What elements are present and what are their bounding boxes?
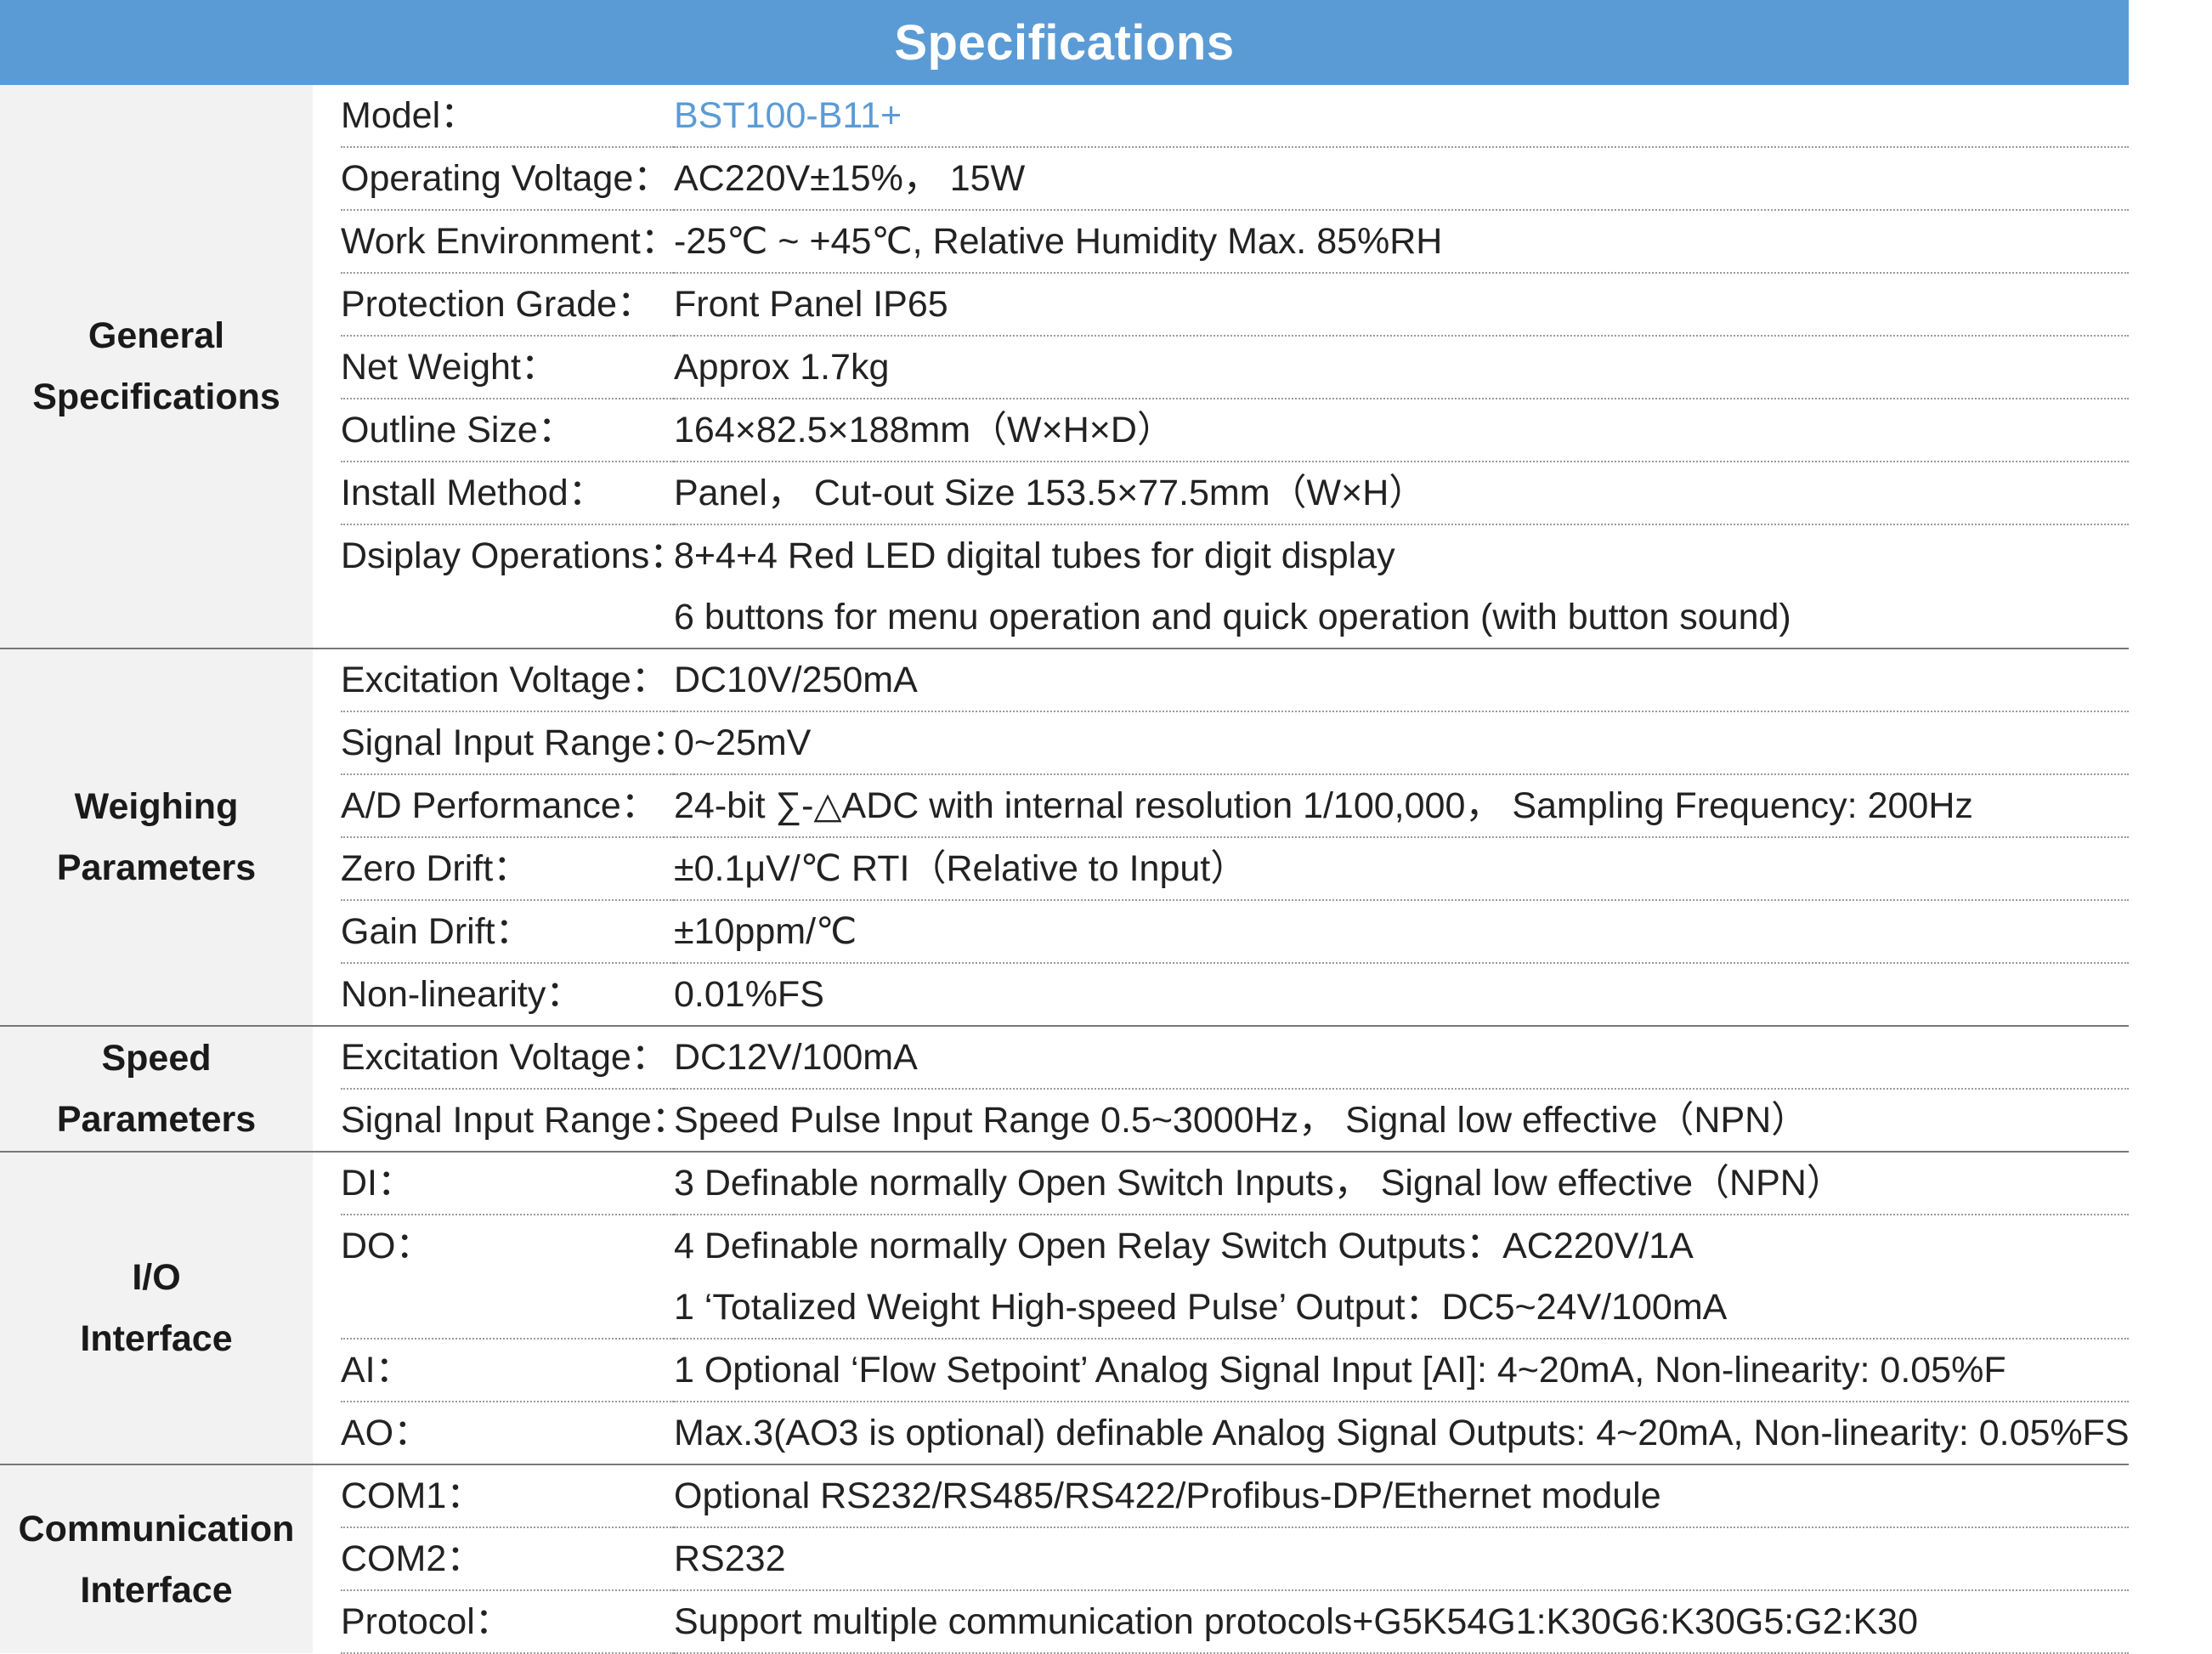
spec-value: RS232 xyxy=(674,1527,2129,1591)
spec-label: Model： xyxy=(341,85,674,148)
group-name-line: General xyxy=(88,315,225,356)
spec-row: Communication Interface COM1： Optional RS23… xyxy=(0,1464,2129,1653)
spec-label: Signal Input Range： xyxy=(341,1089,688,1153)
spec-label: Gain Drift： xyxy=(341,900,674,964)
spec-row: General Specifications Model： BST100-B11+ xyxy=(0,85,2129,649)
spec-value: Panel， Cut-out Size 153.5×77.5mm（W×H） xyxy=(674,462,2129,525)
spec-value-line: Optional RS232/RS485/RS422/Profibus-DP/E… xyxy=(674,1476,1661,1516)
group-name-line: Interface xyxy=(80,1318,233,1359)
spec-value-line: Max.3(AO3 is optional) definable Analog … xyxy=(674,1413,2130,1453)
row-gutter xyxy=(313,649,341,1027)
spec-value-line: 24-bit ∑-△ADC with internal resolution 1… xyxy=(674,785,1973,826)
spec-row: I/O Interface DI： 3 Definable normally Open… xyxy=(0,1152,2129,1465)
group-name: Speed Parameters xyxy=(0,1026,313,1153)
spec-value: Support multiple communication protocols… xyxy=(674,1590,2129,1654)
spec-value: ±0.1μV/℃ RTI（Relative to Input） xyxy=(674,837,2129,901)
spec-value-line: 164×82.5×188mm（W×H×D） xyxy=(674,410,1174,450)
spec-label: AO： xyxy=(341,1402,674,1465)
spec-value-line: Support multiple communication protocols… xyxy=(674,1601,1919,1642)
spec-label: A/D Performance： xyxy=(341,774,674,838)
spec-value: -25℃ ~ +45℃, Relative Humidity Max. 85%R… xyxy=(674,210,2129,274)
spec-value-line: 0.01%FS xyxy=(674,974,824,1015)
spec-value: Approx 1.7kg xyxy=(674,336,2129,399)
group-name-line: Specifications xyxy=(32,377,280,417)
spec-label: Protection Grade： xyxy=(341,273,674,337)
spec-value-line: -25℃ ~ +45℃, Relative Humidity Max. 85%R… xyxy=(674,221,1443,262)
spec-label: Zero Drift： xyxy=(341,837,674,901)
spec-value: Optional RS232/RS485/RS422/Profibus-DP/E… xyxy=(674,1464,2129,1528)
spec-value-line: RS232 xyxy=(674,1538,786,1579)
spec-label: AI： xyxy=(341,1339,674,1402)
spec-value-line: Approx 1.7kg xyxy=(674,347,890,388)
group-name: Communication Interface xyxy=(0,1464,313,1653)
spec-value-line: 8+4+4 Red LED digital tubes for digit di… xyxy=(674,535,1395,576)
spec-label: Net Weight： xyxy=(341,336,674,399)
spec-label: DI： xyxy=(341,1152,674,1215)
group-name-line: Weighing xyxy=(74,786,239,827)
spec-value: 0~25mV xyxy=(674,711,2129,775)
spec-value: Max.3(AO3 is optional) definable Analog … xyxy=(674,1402,2130,1465)
row-gutter xyxy=(313,85,341,649)
spec-table: General Specifications Model： BST100-B11+ Op… xyxy=(0,85,2130,1654)
group-name-line: Communication xyxy=(18,1508,295,1549)
spec-value: 164×82.5×188mm（W×H×D） xyxy=(674,399,2129,462)
spec-value: DC10V/250mA xyxy=(674,649,2129,712)
spec-value: 3 Definable normally Open Switch Inputs，… xyxy=(674,1152,2129,1215)
spec-label: COM2： xyxy=(341,1527,674,1591)
spec-value-line: 6 buttons for menu operation and quick o… xyxy=(674,597,1791,637)
spec-value-line: 4 Definable normally Open Relay Switch O… xyxy=(674,1226,1694,1266)
spec-label: COM1： xyxy=(341,1464,674,1528)
spec-sheet: Specifications General Specifications Mode… xyxy=(0,0,2212,1654)
spec-value-line: ±10ppm/℃ xyxy=(674,911,857,952)
spec-label: Excitation Voltage： xyxy=(341,649,674,712)
spec-value-line: DC12V/100mA xyxy=(674,1037,918,1078)
spec-value: 8+4+4 Red LED digital tubes for digit di… xyxy=(674,524,2129,649)
group-name-line: Speed xyxy=(101,1038,212,1079)
spec-value-line: 3 Definable normally Open Switch Inputs，… xyxy=(674,1163,1843,1204)
group-name: I/O Interface xyxy=(0,1152,313,1465)
spec-value-line: Panel， Cut-out Size 153.5×77.5mm（W×H） xyxy=(674,473,1426,513)
spec-value: BST100-B11+ xyxy=(674,85,2129,148)
spec-value-line: Speed Pulse Input Range 0.5~3000Hz， Sign… xyxy=(674,1100,1808,1141)
spec-label: DO： xyxy=(341,1215,674,1340)
group-name-line: Parameters xyxy=(56,1099,257,1140)
spec-value-line: 1 ‘Totalized Weight High-speed Pulse’ Ou… xyxy=(674,1287,1728,1328)
spec-row: Speed Parameters Excitation Voltage： DC12V/… xyxy=(0,1026,2129,1153)
group-name-line: Interface xyxy=(80,1569,233,1611)
group-name: General Specifications xyxy=(0,85,313,649)
group-name: Weighing Parameters xyxy=(0,649,313,1027)
spec-value-line: AC220V±15%， 15W xyxy=(674,158,1026,199)
group-name-line: Parameters xyxy=(56,847,257,888)
spec-label: Outline Size： xyxy=(341,399,674,462)
spec-value-line: 1 Optional ‘Flow Setpoint’ Analog Signal… xyxy=(674,1350,2006,1391)
model-value: BST100-B11+ xyxy=(674,95,902,136)
spec-value: 1 Optional ‘Flow Setpoint’ Analog Signal… xyxy=(674,1339,2129,1402)
spec-value: AC220V±15%， 15W xyxy=(674,147,2129,211)
spec-value: 0.01%FS xyxy=(674,963,2129,1027)
spec-value: DC12V/100mA xyxy=(674,1026,2129,1090)
row-gutter xyxy=(313,1026,341,1153)
row-gutter xyxy=(313,1152,341,1465)
spec-label: Excitation Voltage： xyxy=(341,1026,674,1090)
spec-value: Speed Pulse Input Range 0.5~3000Hz， Sign… xyxy=(674,1089,2129,1153)
spec-value-line: DC10V/250mA xyxy=(674,660,918,700)
spec-label: Signal Input Range： xyxy=(341,711,688,775)
spec-value: ±10ppm/℃ xyxy=(674,900,2129,964)
row-gutter xyxy=(313,1464,341,1653)
spec-label: Operating Voltage： xyxy=(341,147,674,211)
spec-label: Work Environment： xyxy=(341,210,677,274)
spec-label: Install Method： xyxy=(341,462,674,525)
spec-row: Weighing Parameters Excitation Voltage： DC1… xyxy=(0,649,2129,1027)
page-title: Specifications xyxy=(0,0,2129,85)
spec-value-line: 0~25mV xyxy=(674,722,812,763)
spec-label: Protocol： xyxy=(341,1590,674,1654)
spec-label: Non-linearity： xyxy=(341,963,674,1027)
group-name-line: I/O xyxy=(132,1257,181,1298)
spec-value-line: Front Panel IP65 xyxy=(674,284,948,325)
spec-value: Front Panel IP65 xyxy=(674,273,2129,337)
spec-value-line: ±0.1μV/℃ RTI（Relative to Input） xyxy=(674,848,1247,889)
spec-label: Dsiplay Operations： xyxy=(341,524,686,649)
spec-value: 4 Definable normally Open Relay Switch O… xyxy=(674,1215,2129,1340)
spec-value: 24-bit ∑-△ADC with internal resolution 1… xyxy=(674,774,2129,838)
